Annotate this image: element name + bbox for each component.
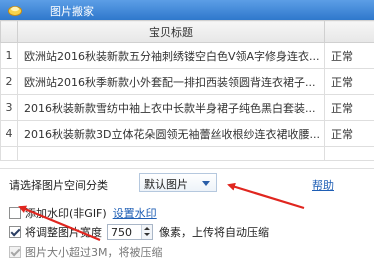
resize-suffix: 像素，上传将自动压缩 xyxy=(159,226,269,239)
oversize-checkbox xyxy=(9,246,21,258)
app-logo-icon xyxy=(8,6,22,16)
stepper-down-icon[interactable] xyxy=(142,232,152,239)
empty-cell xyxy=(17,146,325,161)
header-title: 宝贝标题 xyxy=(17,20,325,43)
category-select[interactable]: 默认图片 xyxy=(139,173,217,192)
resize-row: 将调整图片宽度 750 像素，上传将自动压缩 xyxy=(9,224,269,240)
row-title: 2016秋装新款3D立体花朵圆领无袖蕾丝收根纱连衣裙收腰... xyxy=(17,120,325,147)
row-index: 3 xyxy=(0,94,18,121)
resize-checkbox[interactable] xyxy=(9,226,21,238)
header-index xyxy=(0,20,18,43)
row-title: 欧洲站2016秋装新款五分袖刺绣镂空白色V领A字修身连衣... xyxy=(17,42,325,69)
stepper-buttons xyxy=(141,225,152,239)
header-status xyxy=(324,20,374,43)
empty-cell xyxy=(0,146,18,161)
title-bar: 图片搬家 xyxy=(0,0,374,20)
set-watermark-link[interactable]: 设置水印 xyxy=(113,205,157,221)
row-index: 1 xyxy=(0,42,18,69)
row-title: 欧洲站2016秋季新款小外套配一排扣西装领圆背连衣裙子... xyxy=(17,68,325,95)
watermark-row: 添加水印(非GIF) 设置水印 xyxy=(9,205,157,221)
row-title: 2016秋装新款雪纺中袖上衣中长款半身裙子纯色黑白套装... xyxy=(17,94,325,121)
table-row[interactable]: 3 2016秋装新款雪纺中袖上衣中长款半身裙子纯色黑白套装... 正常 xyxy=(0,94,374,121)
oversize-label: 图片大小超过3M，将被压缩 xyxy=(25,246,163,259)
window-title: 图片搬家 xyxy=(50,5,94,18)
help-link[interactable]: 帮助 xyxy=(312,177,334,193)
stepper-up-icon[interactable] xyxy=(142,225,152,232)
width-value[interactable]: 750 xyxy=(108,226,141,239)
items-table: 宝贝标题 1 欧洲站2016秋装新款五分袖刺绣镂空白色V领A字修身连衣... 正… xyxy=(0,20,374,161)
width-stepper[interactable]: 750 xyxy=(107,224,153,240)
table-header-row: 宝贝标题 xyxy=(0,20,374,43)
watermark-label: 添加水印(非GIF) xyxy=(25,207,107,220)
chevron-down-icon[interactable] xyxy=(202,181,210,186)
table-row[interactable]: 4 2016秋装新款3D立体花朵圆领无袖蕾丝收根纱连衣裙收腰... 正常 xyxy=(0,120,374,147)
row-status: 正常 xyxy=(324,68,374,95)
table-row-empty xyxy=(0,146,374,161)
category-select-value: 默认图片 xyxy=(144,178,188,191)
empty-cell xyxy=(324,146,374,161)
category-label: 请选择图片空间分类 xyxy=(9,179,108,192)
row-status: 正常 xyxy=(324,94,374,121)
options-panel: 请选择图片空间分类 默认图片 帮助 添加水印(非GIF) 设置水印 将调整图片宽… xyxy=(0,168,374,265)
table-row[interactable]: 2 欧洲站2016秋季新款小外套配一排扣西装领圆背连衣裙子... 正常 xyxy=(0,68,374,95)
row-status: 正常 xyxy=(324,120,374,147)
table-row[interactable]: 1 欧洲站2016秋装新款五分袖刺绣镂空白色V领A字修身连衣... 正常 xyxy=(0,42,374,69)
watermark-checkbox[interactable] xyxy=(9,207,21,219)
row-index: 2 xyxy=(0,68,18,95)
oversize-row: 图片大小超过3M，将被压缩 xyxy=(9,244,163,260)
row-status: 正常 xyxy=(324,42,374,69)
row-index: 4 xyxy=(0,120,18,147)
resize-label: 将调整图片宽度 xyxy=(25,226,102,239)
